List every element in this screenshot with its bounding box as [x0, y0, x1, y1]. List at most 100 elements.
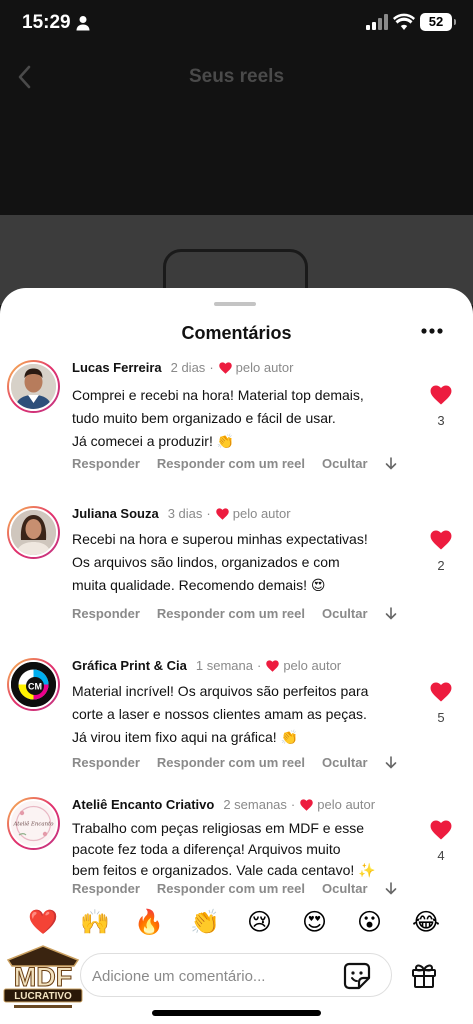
comment-username[interactable]: Lucas Ferreira — [72, 360, 162, 375]
comment-username[interactable]: Juliana Souza — [72, 506, 159, 521]
emoji-crying-button[interactable]: 😢 — [247, 908, 272, 936]
comment-line: Já comecei a produzir! 👏 — [72, 433, 235, 449]
liked-by-author-label: pelo autor — [317, 797, 376, 812]
comment-line: Já virou item fixo aqui na gráfica! 👏 — [72, 729, 298, 745]
avatar-photo — [11, 510, 56, 555]
hide-button[interactable]: Ocultar — [322, 456, 368, 471]
separator-dot: · — [209, 360, 214, 375]
hide-button[interactable]: Ocultar — [322, 881, 368, 896]
reply-with-reel-button[interactable]: Responder com um reel — [157, 881, 305, 896]
avatar[interactable] — [7, 360, 60, 413]
emoji-heart-eyes-button[interactable]: 😍 — [302, 908, 327, 936]
comment-line: Material incrível! Os arquivos são perfe… — [72, 683, 369, 699]
comment-line: Os arquivos são lindos, organizados e co… — [72, 554, 340, 570]
comment-actions: Responder Responder com um reel Ocultar — [72, 755, 397, 770]
reply-button[interactable]: Responder — [72, 606, 140, 621]
heart-icon — [216, 507, 229, 520]
reply-button[interactable]: Responder — [72, 881, 140, 896]
reply-with-reel-button[interactable]: Responder com um reel — [157, 456, 305, 471]
like-count: 4 — [437, 848, 445, 863]
comment-text: Comprei e recebi na hora! Material top d… — [72, 384, 402, 453]
status-time: 15:29 — [22, 12, 71, 33]
comment-text: Trabalho com peças religiosas em MDF e e… — [72, 818, 402, 881]
atelier-logo-icon: Ateliê Encanto — [11, 801, 56, 846]
arrow-down-icon[interactable] — [385, 882, 397, 895]
heart-icon — [266, 659, 280, 672]
sheet-grabber[interactable] — [214, 302, 256, 306]
comment-actions: Responder Responder com um reel Ocultar — [72, 606, 397, 621]
hide-button[interactable]: Ocultar — [322, 606, 368, 621]
like-heart-icon[interactable] — [430, 820, 452, 840]
page-title: Seus reels — [188, 66, 285, 87]
like-count: 5 — [437, 710, 445, 725]
avatar-logo-text: Ateliê Encanto — [12, 821, 54, 828]
status-bar: 15:29 52 — [0, 0, 473, 48]
comment-time: 2 dias — [170, 360, 206, 375]
arrow-down-icon[interactable] — [385, 756, 397, 769]
cmyk-logo-icon: CM — [11, 662, 56, 707]
heart-icon — [300, 798, 313, 811]
comment-input[interactable] — [92, 964, 342, 988]
emoji-surprised-button[interactable]: 😮 — [357, 908, 382, 936]
like-heart-icon[interactable] — [430, 530, 452, 550]
emoji-raised-hands-button[interactable]: 🙌 — [80, 908, 110, 936]
signal-icon — [366, 14, 388, 30]
comment-line: pacote fez toda a diferença! Arquivos mu… — [72, 841, 341, 857]
comment-text: Recebi na hora e superou minhas expectat… — [72, 528, 402, 597]
logo-text-mdf: MDF — [14, 962, 72, 992]
heart-icon — [218, 361, 232, 374]
reply-with-reel-button[interactable]: Responder com um reel — [157, 606, 305, 621]
comment-line: tudo muito bem organizado e fácil de usa… — [72, 410, 336, 426]
comment-text: Material incrível! Os arquivos são perfe… — [72, 680, 402, 749]
arrow-down-icon[interactable] — [385, 457, 397, 470]
comment-line: Recebi na hora e superou minhas expectat… — [72, 531, 368, 547]
sticker-icon[interactable] — [343, 962, 371, 990]
avatar[interactable]: Ateliê Encanto — [7, 797, 60, 850]
battery-indicator: 52 — [420, 13, 456, 31]
gift-icon[interactable] — [411, 961, 437, 988]
emoji-fire-button[interactable]: 🔥 — [134, 908, 164, 936]
person-icon — [76, 16, 90, 31]
like-count: 3 — [437, 413, 445, 428]
separator-dot: · — [290, 797, 296, 812]
avatar-photo — [11, 364, 56, 409]
home-indicator[interactable] — [152, 1010, 321, 1016]
hide-button[interactable]: Ocultar — [322, 755, 368, 770]
liked-by-author-label: pelo autor — [232, 506, 291, 521]
comment-time: 1 semana — [195, 658, 253, 673]
separator-dot: · — [256, 658, 262, 673]
mdf-lucrativo-logo: MDF LUCRATIVO — [3, 945, 83, 1008]
comment-actions: Responder Responder com um reel Ocultar — [72, 456, 397, 471]
separator-dot: · — [206, 506, 211, 521]
reply-button[interactable]: Responder — [72, 755, 140, 770]
comment-line: muita qualidade. Recomendo demais! 😍 — [72, 577, 326, 593]
avatar[interactable]: CM — [7, 658, 60, 711]
comment-line: corte a laser e nossos clientes amam as … — [72, 706, 367, 722]
emoji-clap-button[interactable]: 👏 — [190, 908, 220, 936]
comment-username[interactable]: Gráfica Print & Cia — [72, 658, 187, 673]
avatar[interactable] — [7, 506, 60, 559]
comment-input-field[interactable] — [80, 953, 392, 997]
emoji-laughing-button[interactable]: 😂 — [412, 908, 440, 936]
comment-username[interactable]: Ateliê Encanto Criativo — [72, 797, 214, 812]
logo-text-lucrativo: LUCRATIVO — [14, 991, 72, 1002]
comment-line: Trabalho com peças religiosas em MDF e e… — [72, 820, 365, 836]
reels-header: Seus reels — [0, 48, 473, 108]
arrow-down-icon[interactable] — [385, 607, 397, 620]
wifi-icon — [393, 13, 415, 30]
like-heart-icon[interactable] — [430, 682, 452, 702]
like-heart-icon[interactable] — [430, 385, 452, 405]
sheet-title: Comentários — [181, 323, 292, 343]
comment-actions: Responder Responder com um reel Ocultar — [72, 881, 397, 896]
emoji-heart-button[interactable]: ❤️ — [28, 908, 58, 936]
comment-time: 2 semanas — [223, 797, 287, 812]
reply-button[interactable]: Responder — [72, 456, 140, 471]
like-count: 2 — [437, 558, 445, 573]
avatar-initials: CM — [28, 682, 42, 692]
liked-by-author-label: pelo autor — [283, 658, 342, 673]
more-options-icon[interactable] — [421, 327, 443, 335]
comment-line: Comprei e recebi na hora! Material top d… — [72, 387, 364, 403]
reply-with-reel-button[interactable]: Responder com um reel — [157, 755, 305, 770]
comment-time: 3 dias — [167, 506, 203, 521]
liked-by-author-label: pelo autor — [235, 360, 294, 375]
